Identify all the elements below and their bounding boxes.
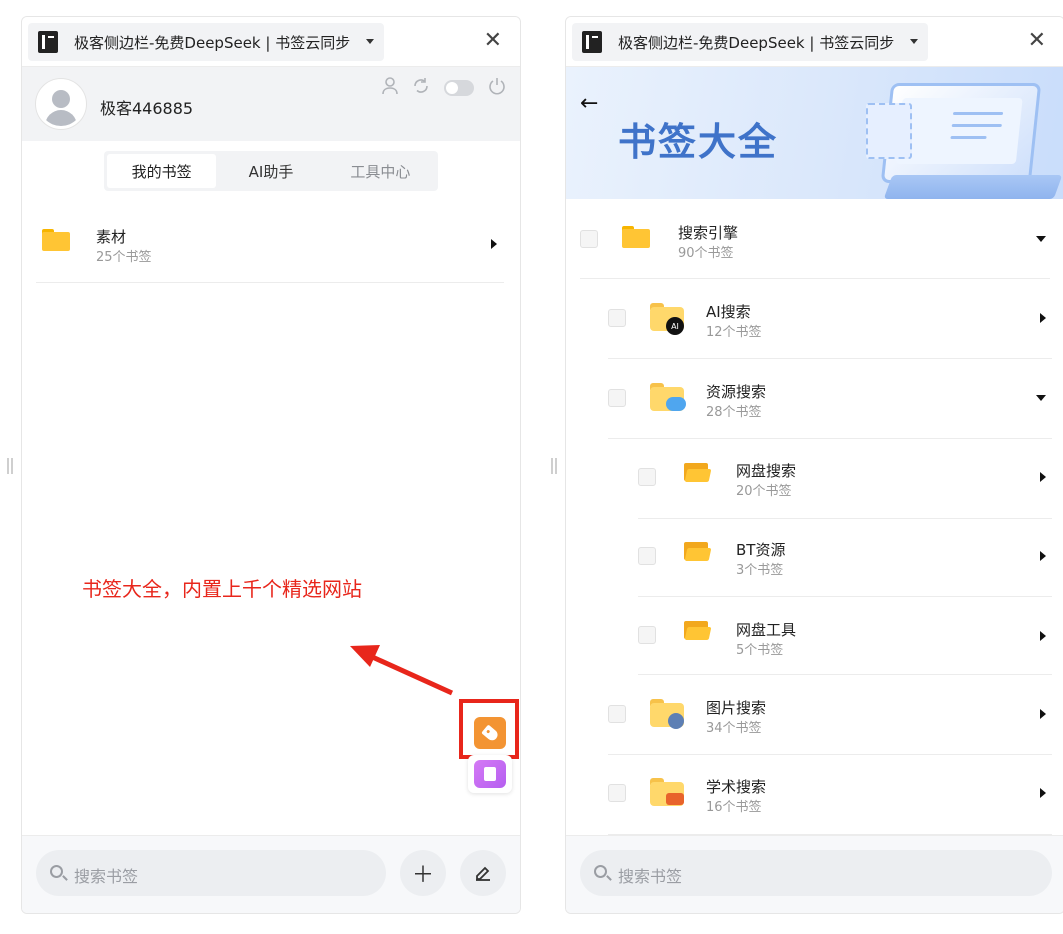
edit-icon <box>476 866 490 881</box>
title-bar: 极客侧边栏-免费DeepSeek | 书签云同步 ✕ <box>566 17 1063 67</box>
note-icon <box>484 767 496 781</box>
tree-row-title: 搜索引擎 <box>678 224 739 242</box>
tree-row-image-search[interactable]: 图片搜索 34个书签 <box>608 675 1052 755</box>
tree-row-title: 网盘搜索 <box>736 462 797 480</box>
tree-row-title: 图片搜索 <box>706 699 767 717</box>
row-checkbox[interactable] <box>608 309 626 327</box>
image-badge-icon <box>668 713 684 729</box>
triangle-right-icon <box>1040 788 1046 798</box>
back-arrow-icon[interactable]: ← <box>580 91 598 116</box>
tree-row-title: BT资源 <box>736 541 786 559</box>
keyboard-illustration <box>883 175 1063 199</box>
banner-title: 书签大全 <box>618 120 779 164</box>
triangle-right-icon <box>1040 551 1046 561</box>
triangle-right-icon <box>1040 313 1046 323</box>
folder-open-icon <box>684 621 712 641</box>
triangle-right-icon <box>1040 631 1046 641</box>
search-input[interactable]: 搜索书签 <box>580 850 1052 896</box>
tree-row-count: 20个书签 <box>736 484 792 499</box>
row-checkbox[interactable] <box>638 547 656 565</box>
search-placeholder: 搜索书签 <box>74 867 139 886</box>
bottom-bar: 搜索书签 ＋ <box>22 835 520 913</box>
chevron-down-icon <box>910 39 918 44</box>
tree-row-count: 3个书签 <box>736 563 784 578</box>
card-illustration <box>866 103 912 159</box>
search-icon <box>50 865 63 878</box>
tree-row-ai-search[interactable]: AI AI搜索 12个书签 <box>608 279 1052 359</box>
folder-open-icon <box>684 542 712 562</box>
tree-row-title: 资源搜索 <box>706 383 767 401</box>
graduation-cap-icon <box>666 793 684 805</box>
tree-row-title: 网盘工具 <box>736 621 797 639</box>
sidebar-panel-right: 极客侧边栏-免费DeepSeek | 书签云同步 ✕ ← 书签大全 搜索引擎 9… <box>565 16 1063 914</box>
folder-open-icon <box>684 463 712 483</box>
search-input[interactable]: 搜索书签 <box>36 850 386 896</box>
note-button[interactable] <box>474 760 506 788</box>
resize-handle[interactable] <box>551 458 557 474</box>
tree-row-academic-search[interactable]: 学术搜索 16个书签 <box>608 755 1052 835</box>
row-checkbox[interactable] <box>608 784 626 802</box>
row-checkbox[interactable] <box>580 230 598 248</box>
ai-badge-icon: AI <box>666 317 684 335</box>
tree-row-title: 学术搜索 <box>706 778 767 796</box>
tree-row-bt-resource[interactable]: BT资源 3个书签 <box>638 517 1052 597</box>
row-checkbox[interactable] <box>638 626 656 644</box>
tree-row-resource-search[interactable]: 资源搜索 28个书签 <box>608 359 1052 439</box>
triangle-right-icon <box>1040 472 1046 482</box>
search-icon <box>594 865 607 878</box>
resize-handle[interactable] <box>7 458 13 474</box>
app-title-dropdown[interactable]: 极客侧边栏-免费DeepSeek | 书签云同步 <box>572 23 928 61</box>
tree-row-count: 16个书签 <box>706 800 762 815</box>
app-logo-icon <box>582 31 602 53</box>
bookmark-library-banner: ← 书签大全 <box>566 67 1063 199</box>
plus-icon: ＋ <box>411 863 434 888</box>
tree-row-count: 34个书签 <box>706 721 762 736</box>
sidebar-panel-left: 极客侧边栏-免费DeepSeek | 书签云同步 ✕ 极客446885 我的书签… <box>21 16 521 914</box>
triangle-right-icon <box>1040 709 1046 719</box>
tag-icon <box>480 723 500 743</box>
tree-row-count: 90个书签 <box>678 246 734 261</box>
add-bookmark-button[interactable]: ＋ <box>400 850 446 896</box>
tree-row-netdisk-search[interactable]: 网盘搜索 20个书签 <box>638 439 1052 519</box>
row-checkbox[interactable] <box>638 468 656 486</box>
tree-row-count: 5个书签 <box>736 643 784 658</box>
row-checkbox[interactable] <box>608 705 626 723</box>
cloud-badge-icon <box>666 397 686 411</box>
search-placeholder: 搜索书签 <box>618 867 683 886</box>
tree-row-count: 12个书签 <box>706 325 762 340</box>
bookmark-library-button[interactable] <box>474 717 506 749</box>
app-title: 极客侧边栏-免费DeepSeek | 书签云同步 <box>618 33 895 52</box>
tree-row-netdisk-tools[interactable]: 网盘工具 5个书签 <box>638 595 1052 675</box>
edit-button[interactable] <box>460 850 506 896</box>
annotation-arrow <box>350 645 454 696</box>
row-checkbox[interactable] <box>608 389 626 407</box>
triangle-down-icon <box>1036 236 1046 242</box>
tree-row-count: 28个书签 <box>706 405 762 420</box>
folder-icon <box>622 226 650 248</box>
tree-row-title: AI搜索 <box>706 303 751 321</box>
tree-row-search-engine[interactable]: 搜索引擎 90个书签 <box>580 199 1050 279</box>
bottom-bar: 搜索书签 <box>566 835 1063 913</box>
close-icon[interactable]: ✕ <box>1028 29 1046 53</box>
triangle-down-icon <box>1036 395 1046 401</box>
note-button-wrap <box>468 755 512 793</box>
